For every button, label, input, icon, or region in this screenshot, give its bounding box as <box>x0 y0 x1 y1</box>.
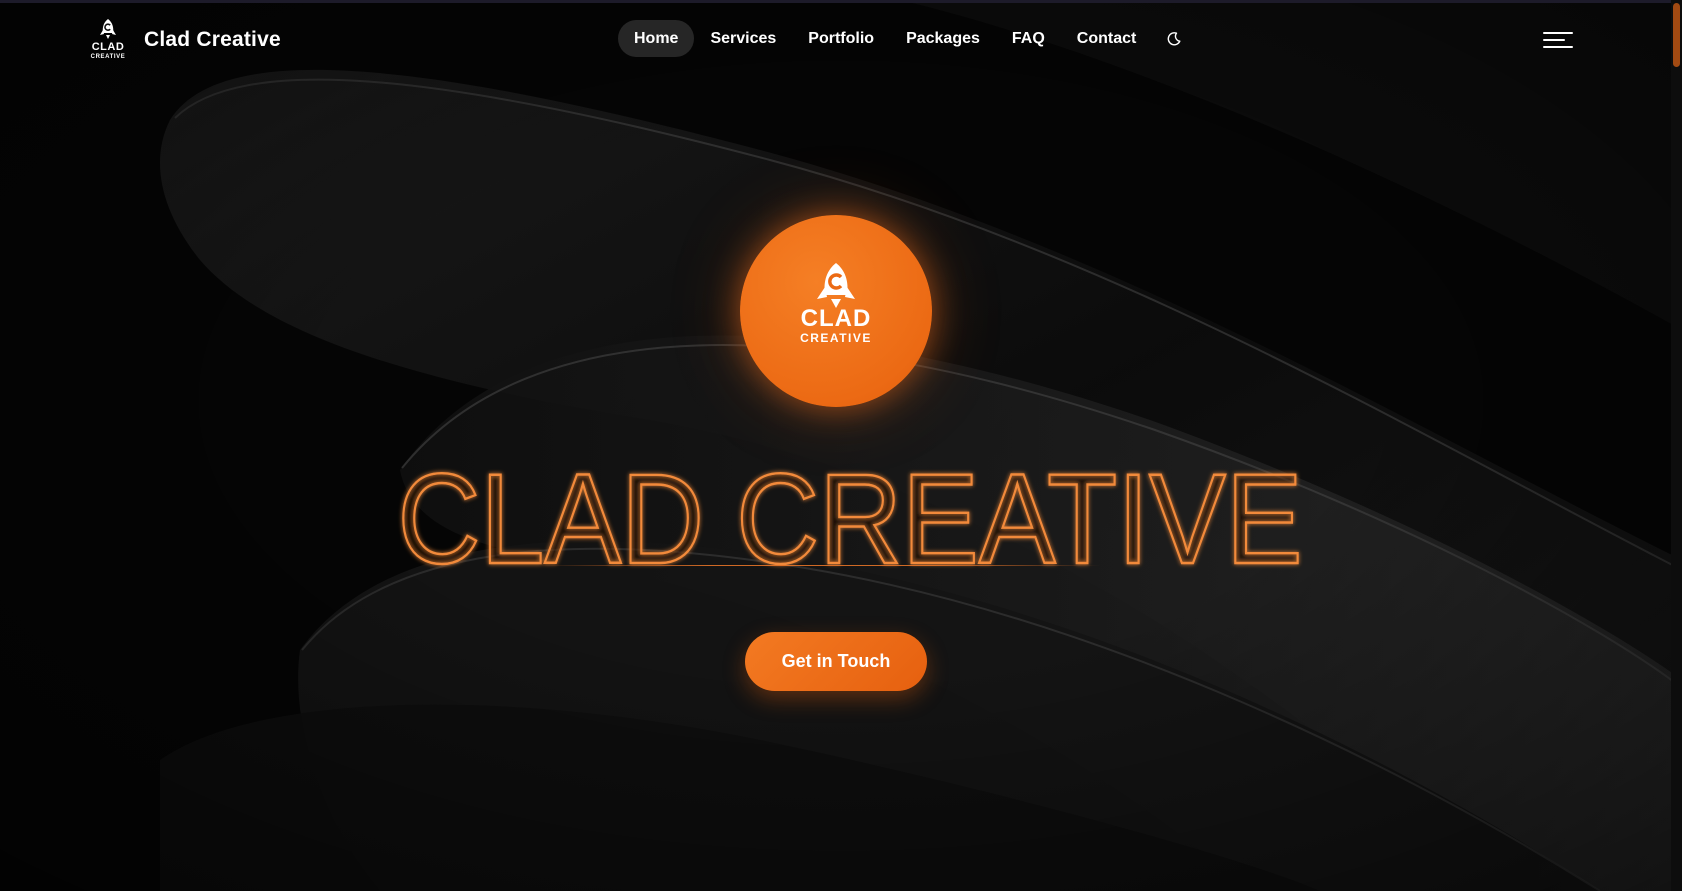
nav-item-portfolio[interactable]: Portfolio <box>792 20 890 57</box>
menu-button[interactable] <box>1538 22 1578 58</box>
rocket-c-icon <box>100 19 116 39</box>
nav-item-packages[interactable]: Packages <box>890 20 996 57</box>
brand-logo-word-1: CLAD <box>91 41 125 53</box>
brand-link[interactable]: CLAD CREATIVE Clad Creative <box>88 12 281 68</box>
scrollbar-thumb[interactable] <box>1673 3 1680 67</box>
brand-logo-word-2: CREATIVE <box>90 54 126 60</box>
nav-item-services[interactable]: Services <box>694 20 792 57</box>
nav-item-faq[interactable]: FAQ <box>996 20 1061 57</box>
moon-icon <box>1167 31 1181 45</box>
theme-toggle-button[interactable] <box>1156 20 1192 57</box>
hero-section: CLAD CREATIVE CLAD CREATIVE Get in Touch <box>0 0 1668 891</box>
hero-logo-badge: CLAD CREATIVE <box>740 215 932 407</box>
brand-name: Clad Creative <box>144 28 281 51</box>
hero-logo-word-1: CLAD <box>800 305 872 332</box>
hero-headline-text: CLAD CREATIVE <box>398 455 1303 580</box>
hero-logo-word-2: CREATIVE <box>800 331 872 345</box>
top-navbar: CLAD CREATIVE Clad Creative Home Service… <box>0 0 1668 80</box>
get-in-touch-button[interactable]: Get in Touch <box>745 632 927 691</box>
nav-item-contact[interactable]: Contact <box>1061 20 1153 57</box>
headline-underline <box>540 565 1100 566</box>
main-nav: Home Services Portfolio Packages FAQ Con… <box>618 20 1192 57</box>
nav-item-home[interactable]: Home <box>618 20 695 57</box>
brand-logo: CLAD CREATIVE <box>88 16 128 64</box>
hamburger-menu-icon <box>1543 32 1573 48</box>
hero-headline: CLAD CREATIVE <box>396 455 1303 580</box>
page-scrollbar[interactable] <box>1671 0 1682 891</box>
